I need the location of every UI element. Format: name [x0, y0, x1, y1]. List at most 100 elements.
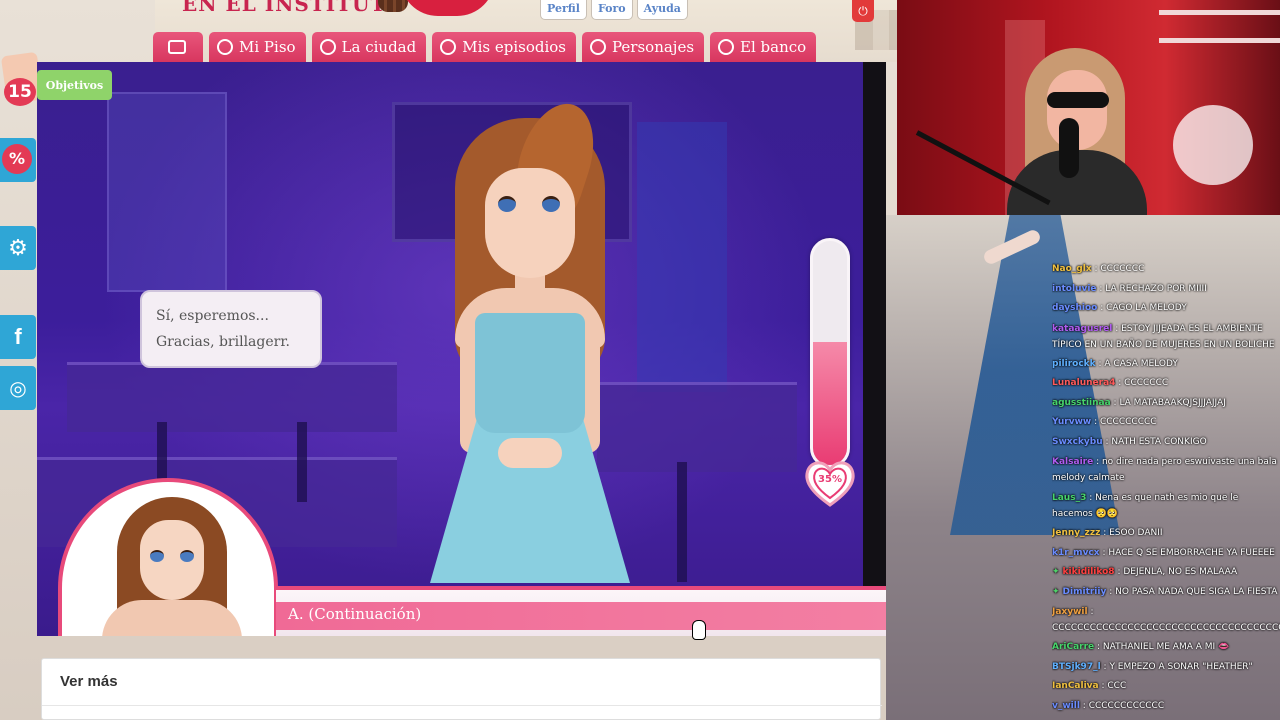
- chat-username[interactable]: IanCaliva: [1052, 681, 1099, 691]
- chat-username[interactable]: kataagusrel: [1052, 324, 1112, 334]
- chat-username[interactable]: dayshioo: [1052, 303, 1097, 313]
- chat-username[interactable]: Dimitriiy: [1063, 587, 1107, 597]
- chat-username[interactable]: Yurvww: [1052, 417, 1091, 427]
- chat-text: CCCCCCCCCCCCCCCCCCCCCCCCCCCCCCCCCCCCCCCC…: [1052, 623, 1280, 633]
- chat-message: Swxckybu : NATH ESTA CONKIGO: [1052, 433, 1280, 453]
- coin-icon: [718, 39, 735, 55]
- power-icon[interactable]: ⏻: [852, 0, 874, 22]
- character-eye: [542, 196, 560, 212]
- chat-text: Y EMPEZO A SONAR "HEATHER": [1109, 661, 1253, 672]
- chat-separator: :: [1091, 417, 1100, 427]
- ver-mas-link[interactable]: Ver más: [60, 673, 118, 690]
- chat-message: IanCaliva : CCC: [1052, 677, 1280, 697]
- chat-username[interactable]: Jenny_zzz: [1052, 528, 1100, 538]
- percent-icon: %: [2, 144, 32, 174]
- discount-button[interactable]: %: [0, 138, 36, 182]
- chat-username[interactable]: kikidiliko8: [1063, 567, 1115, 577]
- nav-el-banco[interactable]: El banco: [710, 32, 817, 62]
- badge-icon: ✦: [1052, 586, 1060, 597]
- chat-separator: :: [1086, 493, 1096, 503]
- chat-separator: :: [1094, 642, 1103, 652]
- love-meter-fill: [813, 341, 847, 465]
- settings-button[interactable]: ⚙: [0, 226, 36, 270]
- chat-message: k1r_mvcx : HACE Q SE EMBORRACHE YA FUEEE…: [1052, 544, 1280, 564]
- chat-message: v_will : CCCCCCCCCCCC: [1052, 697, 1280, 717]
- profile-link[interactable]: Perfil: [540, 0, 587, 20]
- chat-text: LA MATABAAKQJSJJJAJJAJ: [1119, 397, 1226, 408]
- chat-username[interactable]: Kalsaire: [1052, 457, 1093, 467]
- heart-icon: 35%: [802, 458, 858, 508]
- portrait-eye: [150, 550, 164, 562]
- chat-message: pilirockk : A CASA MELODY: [1052, 355, 1280, 375]
- chat-text: NATHANIEL ME AMA A MI 👄: [1102, 642, 1230, 652]
- speech-line-2: Gracias, brillagerr.: [156, 334, 290, 350]
- chair: [677, 462, 687, 582]
- facebook-button[interactable]: f: [0, 315, 36, 359]
- love-meter: 35%: [805, 238, 855, 508]
- main-nav: Mi Piso La ciudad Mis episodios Personaj…: [153, 32, 817, 62]
- classroom-window: [107, 92, 227, 292]
- love-meter-tube: [810, 238, 850, 468]
- chat-text: CCCCCCC: [1124, 378, 1169, 388]
- character-sprite: [420, 94, 640, 583]
- ver-mas-card: Ver más: [41, 658, 882, 720]
- chat-text: CCC: [1107, 681, 1127, 691]
- gift-count: 15: [4, 78, 36, 106]
- chat-username[interactable]: Laus_3: [1052, 493, 1086, 503]
- chat-text: CCCCCCCCC: [1099, 417, 1157, 427]
- chat-message: BTSjk97_l : Y EMPEZO A SONAR "HEATHER": [1052, 658, 1280, 678]
- stream-chat: Nao_glx : CCCCCCC intoluvie : LA RECHAZO …: [1052, 260, 1280, 720]
- streamer-webcam: [897, 0, 1280, 215]
- chat-message: Yurvww : CCCCCCCCC: [1052, 413, 1280, 433]
- nav-personajes[interactable]: Personajes: [582, 32, 705, 62]
- heart-icon: [590, 39, 606, 55]
- badge-icon: ✦: [1052, 567, 1060, 577]
- chat-username[interactable]: k1r_mvcx: [1052, 548, 1100, 558]
- chat-text: CCCCCCCCCCCC: [1088, 700, 1165, 711]
- chat-username[interactable]: Lunalunera4: [1052, 378, 1115, 388]
- chat-separator: :: [1087, 607, 1094, 617]
- streamer-glasses: [1047, 92, 1109, 108]
- chat-message: Jenny_zzz : ESOO DANII: [1052, 524, 1280, 544]
- chat-username[interactable]: Jaxywil: [1052, 607, 1088, 617]
- character-dress-top: [475, 313, 585, 433]
- nav-label: Mi Piso: [239, 38, 296, 56]
- dialog-bar-stripe: [276, 586, 886, 590]
- chat-text: DEJENLA, NO ES MALAAA: [1123, 567, 1238, 577]
- game-website: EN EL INSTITUTO Perfil Foro Ayuda ⏻ Mi P…: [0, 0, 897, 720]
- help-link[interactable]: Ayuda: [636, 0, 688, 20]
- objectives-button[interactable]: Objetivos: [37, 70, 112, 100]
- logo-chocolate-graphic: [378, 0, 408, 12]
- nav-mis-episodios[interactable]: Mis episodios: [432, 32, 576, 62]
- chat-username[interactable]: agusstiinaa: [1052, 398, 1111, 408]
- forum-link[interactable]: Foro: [590, 0, 633, 20]
- chat-username[interactable]: pilirockk: [1052, 359, 1096, 369]
- instagram-icon: ◎: [9, 376, 27, 400]
- nav-label: Mis episodios: [462, 38, 566, 56]
- chat-message: Lunalunera4 : CCCCCCC: [1052, 374, 1280, 394]
- portrait-body: [102, 600, 242, 636]
- site-logo-text[interactable]: EN EL INSTITUTO: [182, 0, 405, 16]
- chat-message: Laus_3 : Nena es que nath es mio que le …: [1052, 488, 1280, 524]
- chat-separator: :: [1097, 303, 1107, 313]
- chat-message: AriCarre : NATHANIEL ME AMA A MI 👄: [1052, 638, 1280, 658]
- chat-text: LA RECHAZO POR MIIII: [1105, 283, 1207, 294]
- dialog-choice-a[interactable]: A. (Continuación): [288, 605, 421, 623]
- instagram-button[interactable]: ◎: [0, 366, 36, 410]
- love-meter-percent: 35%: [818, 474, 842, 485]
- chat-username[interactable]: v_will: [1052, 701, 1080, 711]
- nav-la-ciudad[interactable]: La ciudad: [311, 32, 427, 62]
- divider: [42, 705, 882, 706]
- chat-username[interactable]: Nao_glx: [1052, 264, 1092, 274]
- chat-separator: :: [1106, 586, 1116, 597]
- chat-username[interactable]: Swxckybu: [1052, 437, 1103, 447]
- chat-username[interactable]: BTSjk97_l: [1052, 662, 1101, 672]
- microphone-icon: [1059, 118, 1079, 178]
- character-hands: [498, 438, 562, 468]
- chat-separator: :: [1115, 378, 1125, 388]
- nav-home-button[interactable]: [153, 32, 203, 62]
- chat-username[interactable]: intoluvie: [1052, 284, 1097, 294]
- nav-mi-piso[interactable]: Mi Piso: [209, 32, 306, 62]
- chat-username[interactable]: AriCarre: [1052, 642, 1094, 652]
- frame-edge: [863, 62, 886, 636]
